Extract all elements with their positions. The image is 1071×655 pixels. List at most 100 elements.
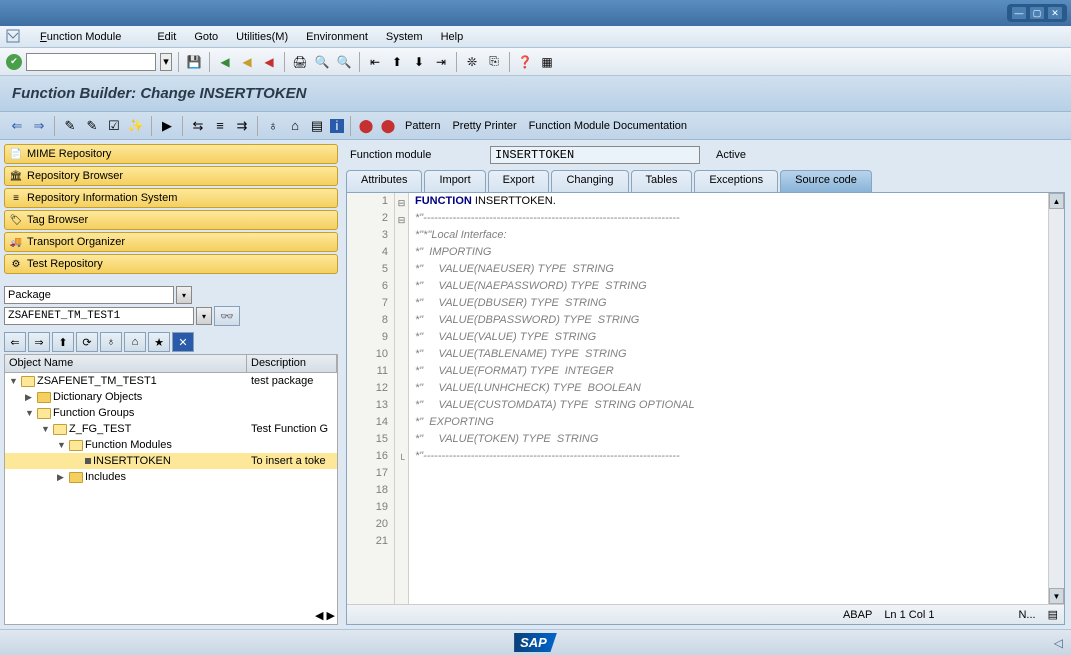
app-menu-icon[interactable]	[6, 29, 22, 45]
module-icon	[85, 458, 91, 464]
menu-function-module[interactable]: Function Module	[40, 31, 139, 43]
tree-col-desc[interactable]: Description	[247, 355, 337, 372]
nav-forward-icon[interactable]: ⇒	[30, 117, 48, 135]
test-icon: ⚙	[9, 257, 23, 271]
object-name-dropdown[interactable]: ▾	[196, 307, 212, 325]
cancel-icon[interactable]: ◀	[260, 53, 278, 71]
tree-body[interactable]: ▼ ZSAFENET_TM_TEST1test package▶ Diction…	[5, 373, 337, 607]
fm-status: Active	[716, 149, 746, 161]
enter-icon[interactable]: ✔	[6, 54, 22, 70]
fm-doc-button[interactable]: Function Module Documentation	[529, 120, 687, 132]
code-editor[interactable]: 123456789101112131415161718192021 ⊟⊟└ FU…	[347, 193, 1064, 604]
tab-source-code[interactable]: Source code	[780, 170, 872, 192]
tab-exceptions[interactable]: Exceptions	[694, 170, 778, 192]
prev-page-icon[interactable]: ⬆	[388, 53, 406, 71]
nav-mime-repo[interactable]: 📄MIME Repository	[4, 144, 338, 164]
app-toolbar: ⇐ ⇒ ✎ ✎ ☑ ✨ ▶ ⇆ ≡ ⇉ ♁ ⌂ ▤ i ⬤ ⬤ Pattern …	[0, 112, 1071, 140]
breakpoint2-icon[interactable]: ⬤	[379, 117, 397, 135]
tree-refresh-icon[interactable]: ⟳	[76, 332, 98, 352]
menu-system[interactable]: System	[386, 31, 423, 43]
menu-utilities[interactable]: Utilities(M)	[236, 31, 288, 43]
command-dropdown[interactable]: ▾	[160, 53, 172, 71]
status-list-icon[interactable]: ▤	[1048, 608, 1058, 621]
menu-environment[interactable]: Environment	[306, 31, 368, 43]
activate-icon[interactable]: ✨	[127, 117, 145, 135]
hierarchy-icon[interactable]: ♁	[264, 117, 282, 135]
tree-fav-icon[interactable]: ★	[148, 332, 170, 352]
tab-export[interactable]: Export	[488, 170, 550, 192]
command-field[interactable]	[26, 53, 156, 71]
tree-row[interactable]: ▶ Dictionary Objects	[5, 389, 337, 405]
check-icon[interactable]: ☑	[105, 117, 123, 135]
tab-attributes[interactable]: Attributes	[346, 170, 422, 192]
standard-toolbar: ✔ ▾ 💾 ◀ ◀ ◀ 🖨 🔍 🔍 ⇤ ⬆ ⬇ ⇥ ❊ ⎘ ❓ ▦	[0, 48, 1071, 76]
nav-test-repo[interactable]: ⚙Test Repository	[4, 254, 338, 274]
nav-back-icon[interactable]: ⇐	[8, 117, 26, 135]
find-next-icon[interactable]: 🔍	[335, 53, 353, 71]
fm-name-input[interactable]	[490, 146, 700, 164]
nav-repo-info[interactable]: ≡Repository Information System	[4, 188, 338, 208]
tab-tables[interactable]: Tables	[631, 170, 693, 192]
tree-col-name[interactable]: Object Name	[5, 355, 247, 372]
object-list-icon[interactable]: ≡	[211, 117, 229, 135]
new-session-icon[interactable]: ❊	[463, 53, 481, 71]
tree-row[interactable]: ▼ ZSAFENET_TM_TEST1test package	[5, 373, 337, 389]
tree-back-icon[interactable]: ⇐	[4, 332, 26, 352]
object-type-dropdown[interactable]: ▾	[176, 286, 192, 304]
minimize-button[interactable]: —	[1011, 6, 1027, 20]
find-icon[interactable]: 🔍	[313, 53, 331, 71]
shortcut-icon[interactable]: ⎘	[485, 53, 503, 71]
tree-row[interactable]: ▼ Function Modules	[5, 437, 337, 453]
menu-help[interactable]: Help	[441, 31, 464, 43]
object-name-input[interactable]	[4, 307, 194, 325]
scroll-up-icon[interactable]: ▲	[1049, 193, 1064, 209]
other-object-icon[interactable]: ✎	[83, 117, 101, 135]
nav-repo-browser[interactable]: 🏛Repository Browser	[4, 166, 338, 186]
tree-close-icon[interactable]: ✕	[172, 332, 194, 352]
vscrollbar[interactable]: ▲ ▼	[1048, 193, 1064, 604]
tab-changing[interactable]: Changing	[551, 170, 628, 192]
close-button[interactable]: ✕	[1047, 6, 1063, 20]
print-icon[interactable]: 🖨	[291, 53, 309, 71]
first-page-icon[interactable]: ⇤	[366, 53, 384, 71]
pattern-button[interactable]: Pattern	[405, 120, 440, 132]
status-pos: Ln 1 Col 1	[884, 609, 934, 621]
fold-gutter[interactable]: ⊟⊟└	[395, 193, 409, 604]
back-icon[interactable]: ◀	[216, 53, 234, 71]
exit-icon[interactable]: ◀	[238, 53, 256, 71]
tree-up-icon[interactable]: ⬆	[52, 332, 74, 352]
pretty-printer-button[interactable]: Pretty Printer	[452, 120, 516, 132]
tree-row[interactable]: INSERTTOKENTo insert a toke	[5, 453, 337, 469]
next-page-icon[interactable]: ⬇	[410, 53, 428, 71]
glasses-icon[interactable]: 👓	[214, 306, 240, 326]
maximize-button[interactable]: ▢	[1029, 6, 1045, 20]
test-icon[interactable]: ▶	[158, 117, 176, 135]
where-used-icon[interactable]: ⇆	[189, 117, 207, 135]
tree-icon[interactable]: ⌂	[286, 117, 304, 135]
last-page-icon[interactable]: ⇥	[432, 53, 450, 71]
info-icon[interactable]: i	[330, 119, 344, 133]
nav-transport[interactable]: 🚚Transport Organizer	[4, 232, 338, 252]
tree-row[interactable]: ▶ Includes	[5, 469, 337, 485]
tree-fwd-icon[interactable]: ⇒	[28, 332, 50, 352]
worklist-icon[interactable]: ▤	[308, 117, 326, 135]
save-icon[interactable]: 💾	[185, 53, 203, 71]
display-toggle-icon[interactable]: ✎	[61, 117, 79, 135]
tab-import[interactable]: Import	[424, 170, 485, 192]
code-area[interactable]: FUNCTION INSERTTOKEN.*"-----------------…	[409, 193, 1048, 604]
tree-tree-icon[interactable]: ⌂	[124, 332, 146, 352]
scroll-down-icon[interactable]: ▼	[1049, 588, 1064, 604]
layout-icon[interactable]: ▦	[538, 53, 556, 71]
footer-resize-icon[interactable]: ◁	[1054, 636, 1063, 650]
tree-hier-icon[interactable]: ♁	[100, 332, 122, 352]
tree-row[interactable]: ▼ Z_FG_TESTTest Function G	[5, 421, 337, 437]
menu-goto[interactable]: Goto	[194, 31, 218, 43]
tree-row[interactable]: ▼ Function Groups	[5, 405, 337, 421]
tree-hscroll[interactable]: ◀ ▶	[5, 607, 337, 624]
object-type-select[interactable]	[4, 286, 174, 304]
nav-icon[interactable]: ⇉	[233, 117, 251, 135]
menu-edit[interactable]: Edit	[157, 31, 176, 43]
breakpoint-icon[interactable]: ⬤	[357, 117, 375, 135]
help-icon[interactable]: ❓	[516, 53, 534, 71]
nav-tag-browser[interactable]: 🏷Tag Browser	[4, 210, 338, 230]
